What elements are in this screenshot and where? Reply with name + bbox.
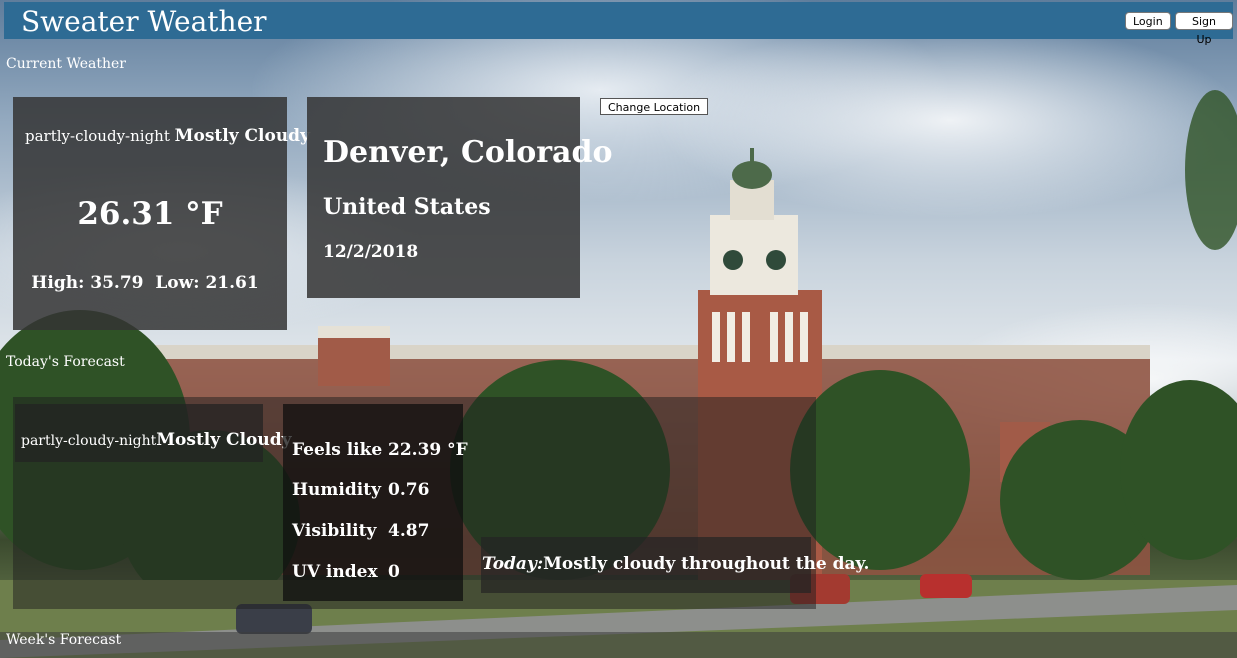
location-card: Denver, Colorado United States 12/2/2018 [307, 97, 612, 298]
app-title[interactable]: Sweater Weather [21, 5, 267, 38]
detail-label: Visibility [292, 521, 377, 541]
today-prefix: Today: [482, 554, 544, 574]
current-weather-label: Current Weather [6, 56, 126, 72]
detail-label: UV index [292, 562, 378, 582]
detail-row-feels-like: Feels like 22.39 °F [292, 440, 468, 460]
today-condition-card: partly-cloudy-nightMostly Cloudy [15, 404, 292, 462]
weeks-forecast-label: Week's Forecast [0, 632, 1237, 658]
current-summary: Mostly Cloudy [174, 126, 310, 146]
detail-label: Humidity [292, 480, 381, 500]
location-date: 12/2/2018 [323, 242, 419, 262]
location-city: Denver, Colorado [323, 135, 613, 170]
todays-forecast-label: Today's Forecast [6, 354, 125, 370]
high-low-temperature: High: 35.79 Low: 21.61 [31, 273, 259, 293]
detail-row-visibility: Visibility 4.87 [292, 521, 429, 541]
detail-value: 0.76 [388, 480, 430, 500]
today-details-card: Feels like 22.39 °F Humidity 0.76 Visibi… [283, 404, 468, 601]
location-country: United States [323, 194, 491, 220]
current-condition: partly-cloudy-night Mostly Cloudy [25, 126, 310, 146]
weather-icon-text: partly-cloudy-night [25, 127, 170, 145]
detail-value: 4.87 [388, 521, 430, 541]
login-button[interactable]: Login [1125, 12, 1171, 30]
detail-label: Feels like [292, 440, 383, 460]
change-location-button[interactable]: Change Location [600, 98, 709, 115]
todays-forecast-panel: partly-cloudy-nightMostly Cloudy Feels l… [13, 397, 869, 609]
top-navbar: Sweater Weather Login Sign Up [4, 2, 1233, 46]
detail-row-humidity: Humidity 0.76 [292, 480, 429, 500]
detail-value: 22.39 °F [388, 440, 468, 460]
today-forecast-text: Mostly cloudy throughout the day. [543, 554, 870, 574]
current-weather-card: partly-cloudy-night Mostly Cloudy 26.31 … [13, 97, 310, 330]
today-forecast-summary: Today:Mostly cloudy throughout the day. [481, 537, 869, 593]
detail-row-uv-index: UV index 0 [292, 562, 400, 582]
weather-icon-text: partly-cloudy-night [21, 433, 157, 449]
signup-button[interactable]: Sign Up [1175, 12, 1233, 46]
today-summary: Mostly Cloudy [156, 430, 292, 450]
detail-value: 0 [388, 562, 400, 582]
current-temperature: 26.31 °F [77, 196, 223, 232]
